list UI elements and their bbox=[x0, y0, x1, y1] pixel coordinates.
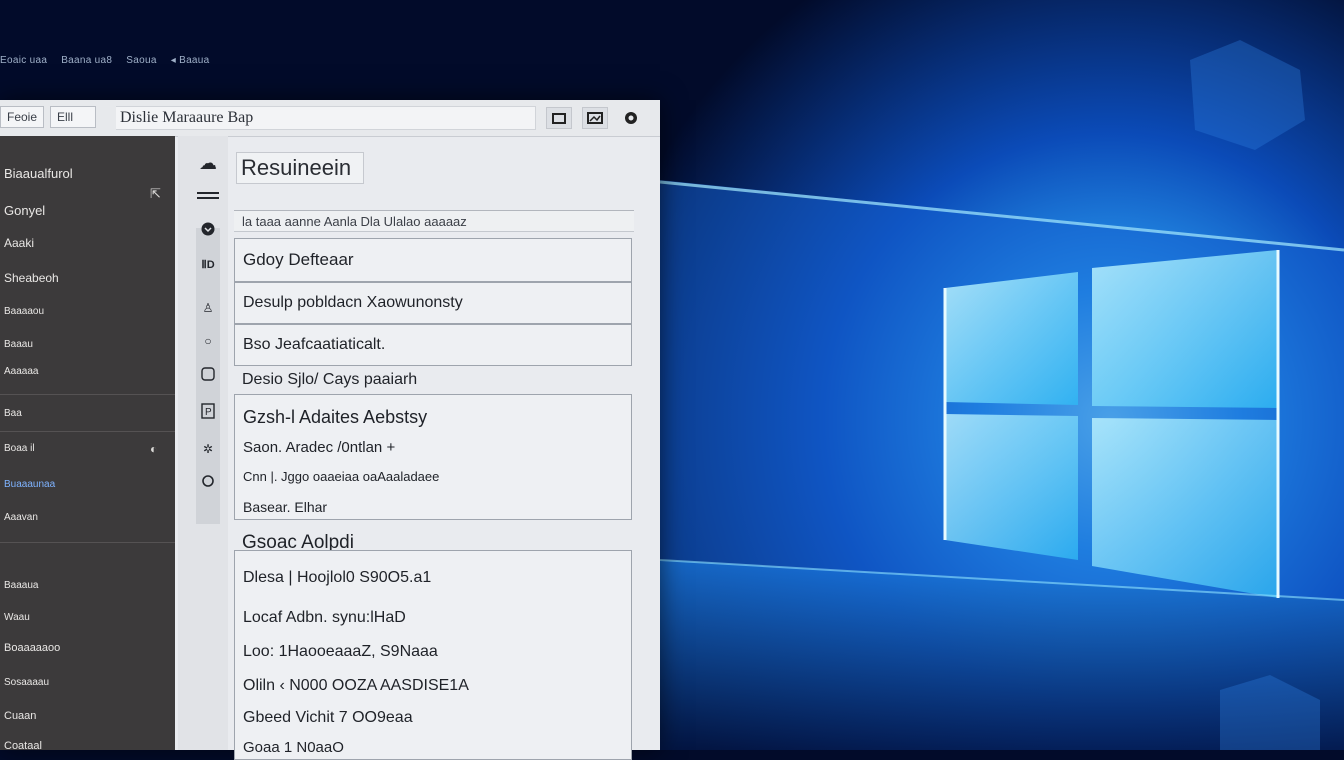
main-content: Resuineein la taaa aanne Aanla Dla Ulala… bbox=[234, 136, 658, 760]
sidebar-item[interactable]: Baa bbox=[4, 408, 22, 419]
detail-line: Basear. Elhar bbox=[243, 499, 328, 515]
sidebar-item[interactable]: Gonyel bbox=[4, 203, 45, 218]
detail-group: Gzsh-l Adaites Aebstsy Saon. Aradec /0nt… bbox=[234, 394, 632, 520]
maximize-button[interactable] bbox=[582, 107, 608, 129]
share-icon[interactable]: ⇱ bbox=[150, 186, 161, 202]
dot-icon[interactable] bbox=[196, 470, 220, 492]
settings-icon[interactable]: ✲ bbox=[196, 438, 220, 460]
sidebar-item[interactable]: Aaavan bbox=[4, 512, 38, 523]
sidebar-item[interactable]: Aaaki bbox=[4, 236, 34, 250]
svg-text:P: P bbox=[205, 407, 212, 418]
sidebar-item[interactable]: Baaaaou bbox=[4, 306, 44, 317]
picture-icon bbox=[587, 112, 603, 124]
app-window: Feoie Elll Dislie Maraaure Bap Biaaualfu… bbox=[0, 100, 660, 760]
figure-icon[interactable]: ♙ bbox=[196, 297, 220, 319]
page-icon[interactable]: P bbox=[196, 400, 220, 422]
window-title: Dislie Maraaure Bap bbox=[116, 106, 536, 130]
sidebar-divider bbox=[0, 431, 175, 432]
sidebar-item[interactable]: Aaaaaa bbox=[4, 366, 38, 377]
sidebar-item[interactable]: Boaaaaaoo bbox=[4, 642, 60, 654]
taskbar-item[interactable]: Baana ua8 bbox=[61, 55, 112, 66]
sidebar-item[interactable]: Baaaua bbox=[4, 580, 38, 591]
taskbar-item[interactable]: Saoua bbox=[126, 55, 156, 66]
sidebar-item[interactable]: Coataal bbox=[4, 740, 42, 752]
list-row[interactable]: Gdoy Defteaar bbox=[234, 238, 632, 282]
menu-icon[interactable] bbox=[196, 186, 220, 208]
detail-group: Dlesa | Hoojlol0 S90O5.a1 Locaf Adbn. sy… bbox=[234, 550, 632, 760]
window-icon bbox=[552, 113, 566, 124]
record-icon bbox=[625, 112, 637, 124]
circle-icon[interactable]: ○ bbox=[196, 330, 220, 352]
tool-rail: ☁ ⅡD ♙ ○ P ✲ bbox=[178, 136, 228, 750]
sidebar-item[interactable]: Biaaualfurol bbox=[4, 166, 73, 181]
sidebar-divider bbox=[0, 394, 175, 395]
detail-line: Gzsh-l Adaites Aebstsy bbox=[243, 407, 428, 427]
taskbar: Eoaic uaa Baana ua8 Saoua ◂ Baaua bbox=[0, 48, 300, 72]
detail-line: Gbeed Vichit 7 OO9eaa bbox=[243, 709, 413, 726]
detail-line: Loo: 1HaooeaaaZ, S9Naaa bbox=[243, 643, 438, 660]
sidebar-item-active[interactable]: Buaaaunaa bbox=[4, 479, 55, 490]
sidebar-item[interactable]: Waau bbox=[4, 612, 30, 623]
detail-line: Saon. Aradec /0ntlan + bbox=[243, 439, 396, 456]
text-icon[interactable]: ⅡD bbox=[196, 253, 220, 275]
sidebar-item[interactable]: Sheabeoh bbox=[4, 271, 59, 285]
sidebar: Biaaualfurol ⇱ Gonyel Aaaki Sheabeoh Baa… bbox=[0, 136, 175, 752]
list-row[interactable]: Desulp pobldacn Xaowunonsty bbox=[234, 282, 632, 324]
sidebar-item[interactable]: Sosaaaau bbox=[4, 677, 49, 688]
title-bar: Feoie Elll Dislie Maraaure Bap bbox=[0, 100, 660, 137]
search-input[interactable]: la taaa aanne Aanla Dla Ulalao aaaaaz bbox=[234, 210, 634, 232]
title-field-2[interactable]: Elll bbox=[50, 106, 96, 128]
detail-line: Locaf Adbn. synu:lHaD bbox=[243, 609, 406, 626]
close-button[interactable] bbox=[618, 107, 644, 129]
shield-icon: ◐ bbox=[150, 442, 158, 456]
download-icon[interactable] bbox=[196, 218, 220, 240]
sidebar-item[interactable]: Baaau bbox=[4, 339, 33, 350]
cloud-icon[interactable]: ☁ bbox=[196, 152, 220, 174]
detail-line: Oliln ‹ N000 OOZA AASDISE1A bbox=[243, 677, 469, 694]
sidebar-item[interactable]: Boaa il bbox=[4, 443, 35, 454]
list-row[interactable]: Desio Sjlo/ Cays paaiarh bbox=[234, 366, 632, 394]
sidebar-divider bbox=[0, 542, 175, 543]
list-row[interactable]: Bso Jeafcaatiaticalt. bbox=[234, 324, 632, 366]
taskbar-item[interactable]: ◂ Baaua bbox=[171, 55, 210, 66]
detail-line: Cnn |. Jggo oaaeiaa oaAaaladaee bbox=[243, 469, 440, 484]
chat-icon[interactable] bbox=[196, 364, 220, 386]
title-field-1[interactable]: Feoie bbox=[0, 106, 44, 128]
sidebar-item[interactable]: Cuaan bbox=[4, 710, 36, 722]
detail-line: Goaa 1 N0aaO bbox=[243, 739, 344, 756]
detail-line: Dlesa | Hoojlol0 S90O5.a1 bbox=[243, 569, 432, 586]
page-title: Resuineein bbox=[236, 152, 364, 184]
taskbar-item[interactable]: Eoaic uaa bbox=[0, 55, 47, 66]
minimize-button[interactable] bbox=[546, 107, 572, 129]
